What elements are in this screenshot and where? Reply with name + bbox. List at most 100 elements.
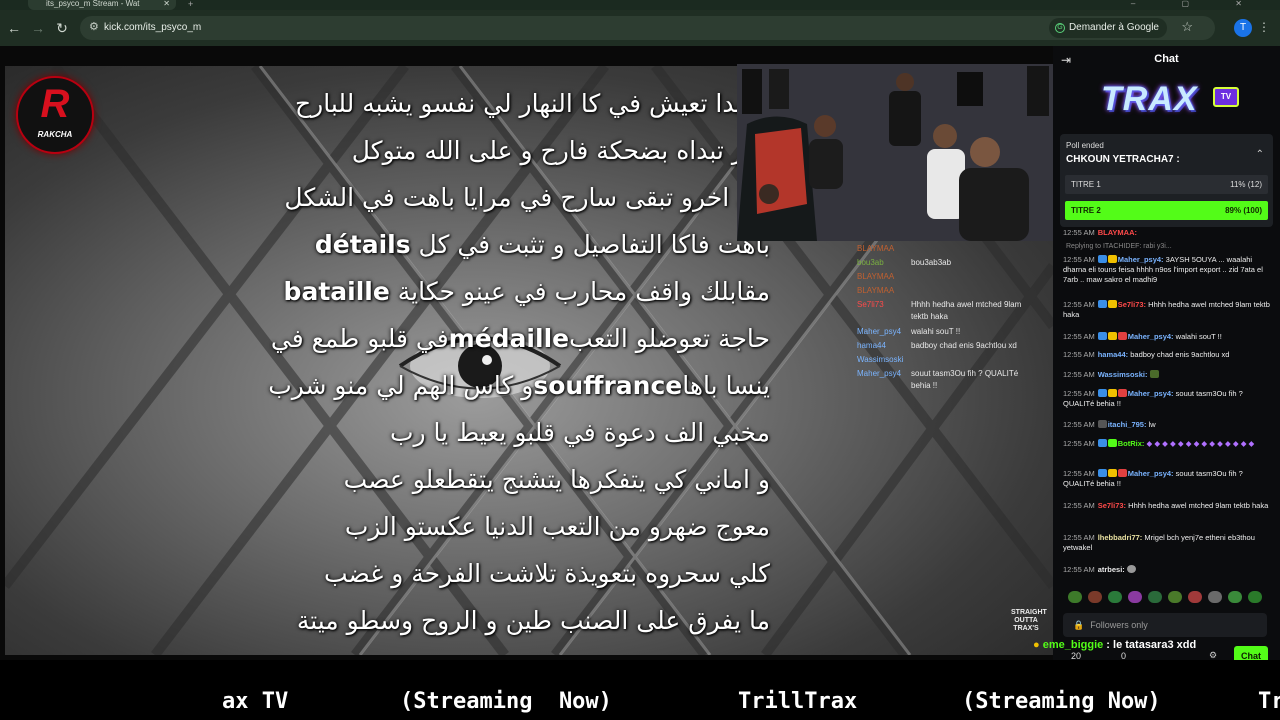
- lyric-line: في اخرو تبقى سارح في مرايا باهت في الشكل: [284, 183, 770, 212]
- emote-icon[interactable]: [1148, 591, 1162, 603]
- google-lens-icon: G: [1054, 23, 1065, 33]
- tab-strip: its_psyco_m Stream - Wat ✕ + – ▢ ✕: [0, 0, 1280, 10]
- video-player[interactable]: R RAKCHA و تبدا تعيش في كا النهار لي نفس…: [0, 46, 1053, 660]
- chat-message[interactable]: 12:55 AM BotRix: ◆ ◆ ◆ ◆ ◆ ◆ ◆ ◆ ◆ ◆ ◆ ◆ …: [1063, 439, 1276, 449]
- ghost-chat-line: BLAYMAA: [857, 286, 895, 295]
- lyric-line: و تبدا تعيش في كا النهار لي نفسو يشبه لل…: [295, 89, 770, 118]
- ticker-segment: Tr: [1258, 689, 1280, 714]
- emote-icon[interactable]: [1228, 591, 1242, 603]
- tab-title: its_psyco_m Stream - Wat: [46, 0, 140, 8]
- chat-input[interactable]: 🔒 Followers only: [1063, 613, 1267, 637]
- ghost-chat-line: BLAYMAA: [857, 272, 895, 281]
- poll-card: Poll ended CHKOUN YETRACHA7 : ⌃ TITRE 1 …: [1060, 134, 1273, 227]
- badge-icon: [1107, 300, 1117, 308]
- trax-logo-tv: TV: [1213, 87, 1239, 107]
- ticker-segment: ax TV: [222, 689, 289, 714]
- reply-context: Replying to ITACHIDEF: rabi y3i...: [1066, 243, 1172, 250]
- profile-avatar[interactable]: T: [1234, 19, 1252, 37]
- badge-icon: [1107, 332, 1117, 340]
- lyric-line: مخبي الف دعوة في قلبو يعيط يا رب: [390, 418, 770, 447]
- lyric-line: مقابلك واقف محارب في عينو حكاية bataille: [283, 277, 770, 306]
- chat-message[interactable]: 12:55 AM Maher_psy4: walahi souT !!: [1063, 332, 1276, 342]
- chat-message[interactable]: 12:55 AM Maher_psy4: souut tasm3Ou fih ? …: [1063, 389, 1276, 409]
- emote-bar: [1068, 590, 1273, 604]
- lyric-line: ينسا باهاsouffranceو كاس الهم لي منو شرب: [268, 371, 770, 400]
- emote-icon: [1149, 370, 1159, 378]
- chat-message[interactable]: 12:55 AM BLAYMAA:: [1063, 228, 1276, 238]
- poll-option-result: 11% (12): [1230, 180, 1262, 189]
- chat-title: Chat: [1154, 53, 1179, 65]
- badge-icon: [1107, 469, 1117, 477]
- rakcha-logo: R RAKCHA: [16, 76, 94, 154]
- poll-status: Poll ended: [1066, 141, 1104, 150]
- address-bar[interactable]: ⚙ kick.com/its_psyco_m ⇄ G Demander à Go…: [80, 16, 1215, 40]
- ghost-chat-line: hama44 badboy chad enis 9achtlou xd: [857, 341, 1017, 350]
- poll-option-label: TITRE 1: [1071, 180, 1101, 189]
- webcam-overlay: [737, 64, 1053, 241]
- chat-message[interactable]: 12:55 AM Se7li73: Hhhh hedha awel mtched …: [1063, 501, 1276, 511]
- poll-option-label: TITRE 2: [1071, 206, 1101, 215]
- trax-logo-text: TRAX: [1101, 80, 1198, 118]
- back-icon[interactable]: ←: [4, 18, 24, 38]
- chat-message[interactable]: 12:55 AM atrbesi:: [1063, 565, 1276, 575]
- badge-icon: [1097, 469, 1107, 477]
- logo-letter: R: [40, 82, 70, 126]
- logo-text: RAKCHA: [37, 130, 73, 139]
- ghost-chat-line: Se7li73 Hhhh hedha awel mtched 9lam: [857, 300, 1022, 309]
- badge-icon: [1097, 439, 1107, 447]
- site-info-icon[interactable]: ⚙: [89, 20, 99, 33]
- emote-icon[interactable]: [1168, 591, 1182, 603]
- badge-icon: [1107, 255, 1117, 263]
- badge-icon: [1097, 420, 1107, 428]
- new-tab-icon[interactable]: +: [188, 0, 193, 9]
- chat-message[interactable]: 12:55 AM hama44: badboy chad enis 9achtlo…: [1063, 350, 1276, 360]
- ticker-segment: TrillTrax: [738, 689, 858, 714]
- badge-icon: [1097, 255, 1107, 263]
- badge-icon: ●: [1033, 639, 1040, 651]
- emote-icon[interactable]: [1108, 591, 1122, 603]
- chat-message[interactable]: 12:55 AM Wassimsoski:: [1063, 370, 1276, 380]
- chevron-up-icon[interactable]: ⌃: [1256, 149, 1264, 160]
- trax-tv-logo: TRAX TV: [1091, 76, 1241, 122]
- poll-option-result: 89% (100): [1225, 206, 1262, 215]
- ghost-chat-line: Maher_psy4 walahi souT !!: [857, 327, 961, 336]
- ghost-chat-line: BLAYMAA: [857, 244, 895, 253]
- badge-icon: [1117, 389, 1127, 397]
- bookmark-star-icon[interactable]: ☆: [1181, 19, 1193, 35]
- emote-icon[interactable]: [1248, 591, 1262, 603]
- tab-close-icon[interactable]: ✕: [163, 0, 170, 8]
- emote-icon[interactable]: [1128, 591, 1142, 603]
- lyric-line: كلي سحروه بتعويذة تلاشت الفرحة و غضب: [323, 559, 770, 588]
- emote-icon: [1126, 565, 1136, 573]
- chat-message[interactable]: 12:55 AM lhebbadri77: Mrigel bch yenj7e e…: [1063, 533, 1276, 553]
- lyric-line: ما يفرق على الصنب طين و الروح وسطو ميتة: [296, 606, 770, 635]
- reload-icon[interactable]: ↻: [52, 18, 72, 38]
- ghost-chat-line: behia !!: [911, 381, 938, 390]
- url-text[interactable]: kick.com/its_psyco_m: [104, 22, 201, 33]
- ask-google-button[interactable]: G Demander à Google: [1048, 18, 1167, 38]
- ghost-chat-line: Wassimsoski: [857, 355, 904, 364]
- badge-icon: [1117, 469, 1127, 477]
- lyric-line: حاجة تعوضلو التعبmédailleفي قلبو طمع في: [270, 324, 770, 353]
- chat-message[interactable]: 12:55 AM Se7li73: Hhhh hedha awel mtched …: [1063, 300, 1276, 320]
- poll-option-winner: TITRE 2 89% (100): [1065, 201, 1268, 220]
- emote-icon[interactable]: [1068, 591, 1082, 603]
- bot-icon: [1107, 439, 1117, 447]
- badge-icon: [1107, 389, 1117, 397]
- chat-message[interactable]: 12:55 AM itachi_795: lw: [1063, 420, 1276, 430]
- poll-question: CHKOUN YETRACHA7 :: [1066, 154, 1180, 165]
- ghost-chat-line: tektb haka: [911, 312, 948, 321]
- tab-active[interactable]: its_psyco_m Stream - Wat ✕: [28, 0, 176, 10]
- browser-menu-icon[interactable]: ⋮: [1258, 20, 1270, 34]
- lyric-line: و اماني كي يتفكرها يتشنج يتقطعلو عصب: [343, 465, 770, 494]
- emote-icon[interactable]: [1208, 591, 1222, 603]
- emote-icon[interactable]: [1088, 591, 1102, 603]
- window-controls[interactable]: – ▢ ✕: [1131, 0, 1264, 8]
- forward-icon[interactable]: →: [28, 18, 48, 38]
- badge-icon: [1097, 389, 1107, 397]
- emote-icon[interactable]: [1188, 591, 1202, 603]
- ticker-segment: (Streaming Now): [962, 689, 1161, 714]
- ghost-chat-overlay: BLAYMAA bou3ab bou3ab3ab BLAYMAA BLAYMAA …: [851, 242, 1053, 392]
- chat-message[interactable]: 12:55 AM Maher_psy4: souut tasm3Ou fih ? …: [1063, 469, 1276, 489]
- chat-message[interactable]: 12:55 AM Maher_psy4: 3AYSH 5OUYA ... waal…: [1063, 255, 1276, 285]
